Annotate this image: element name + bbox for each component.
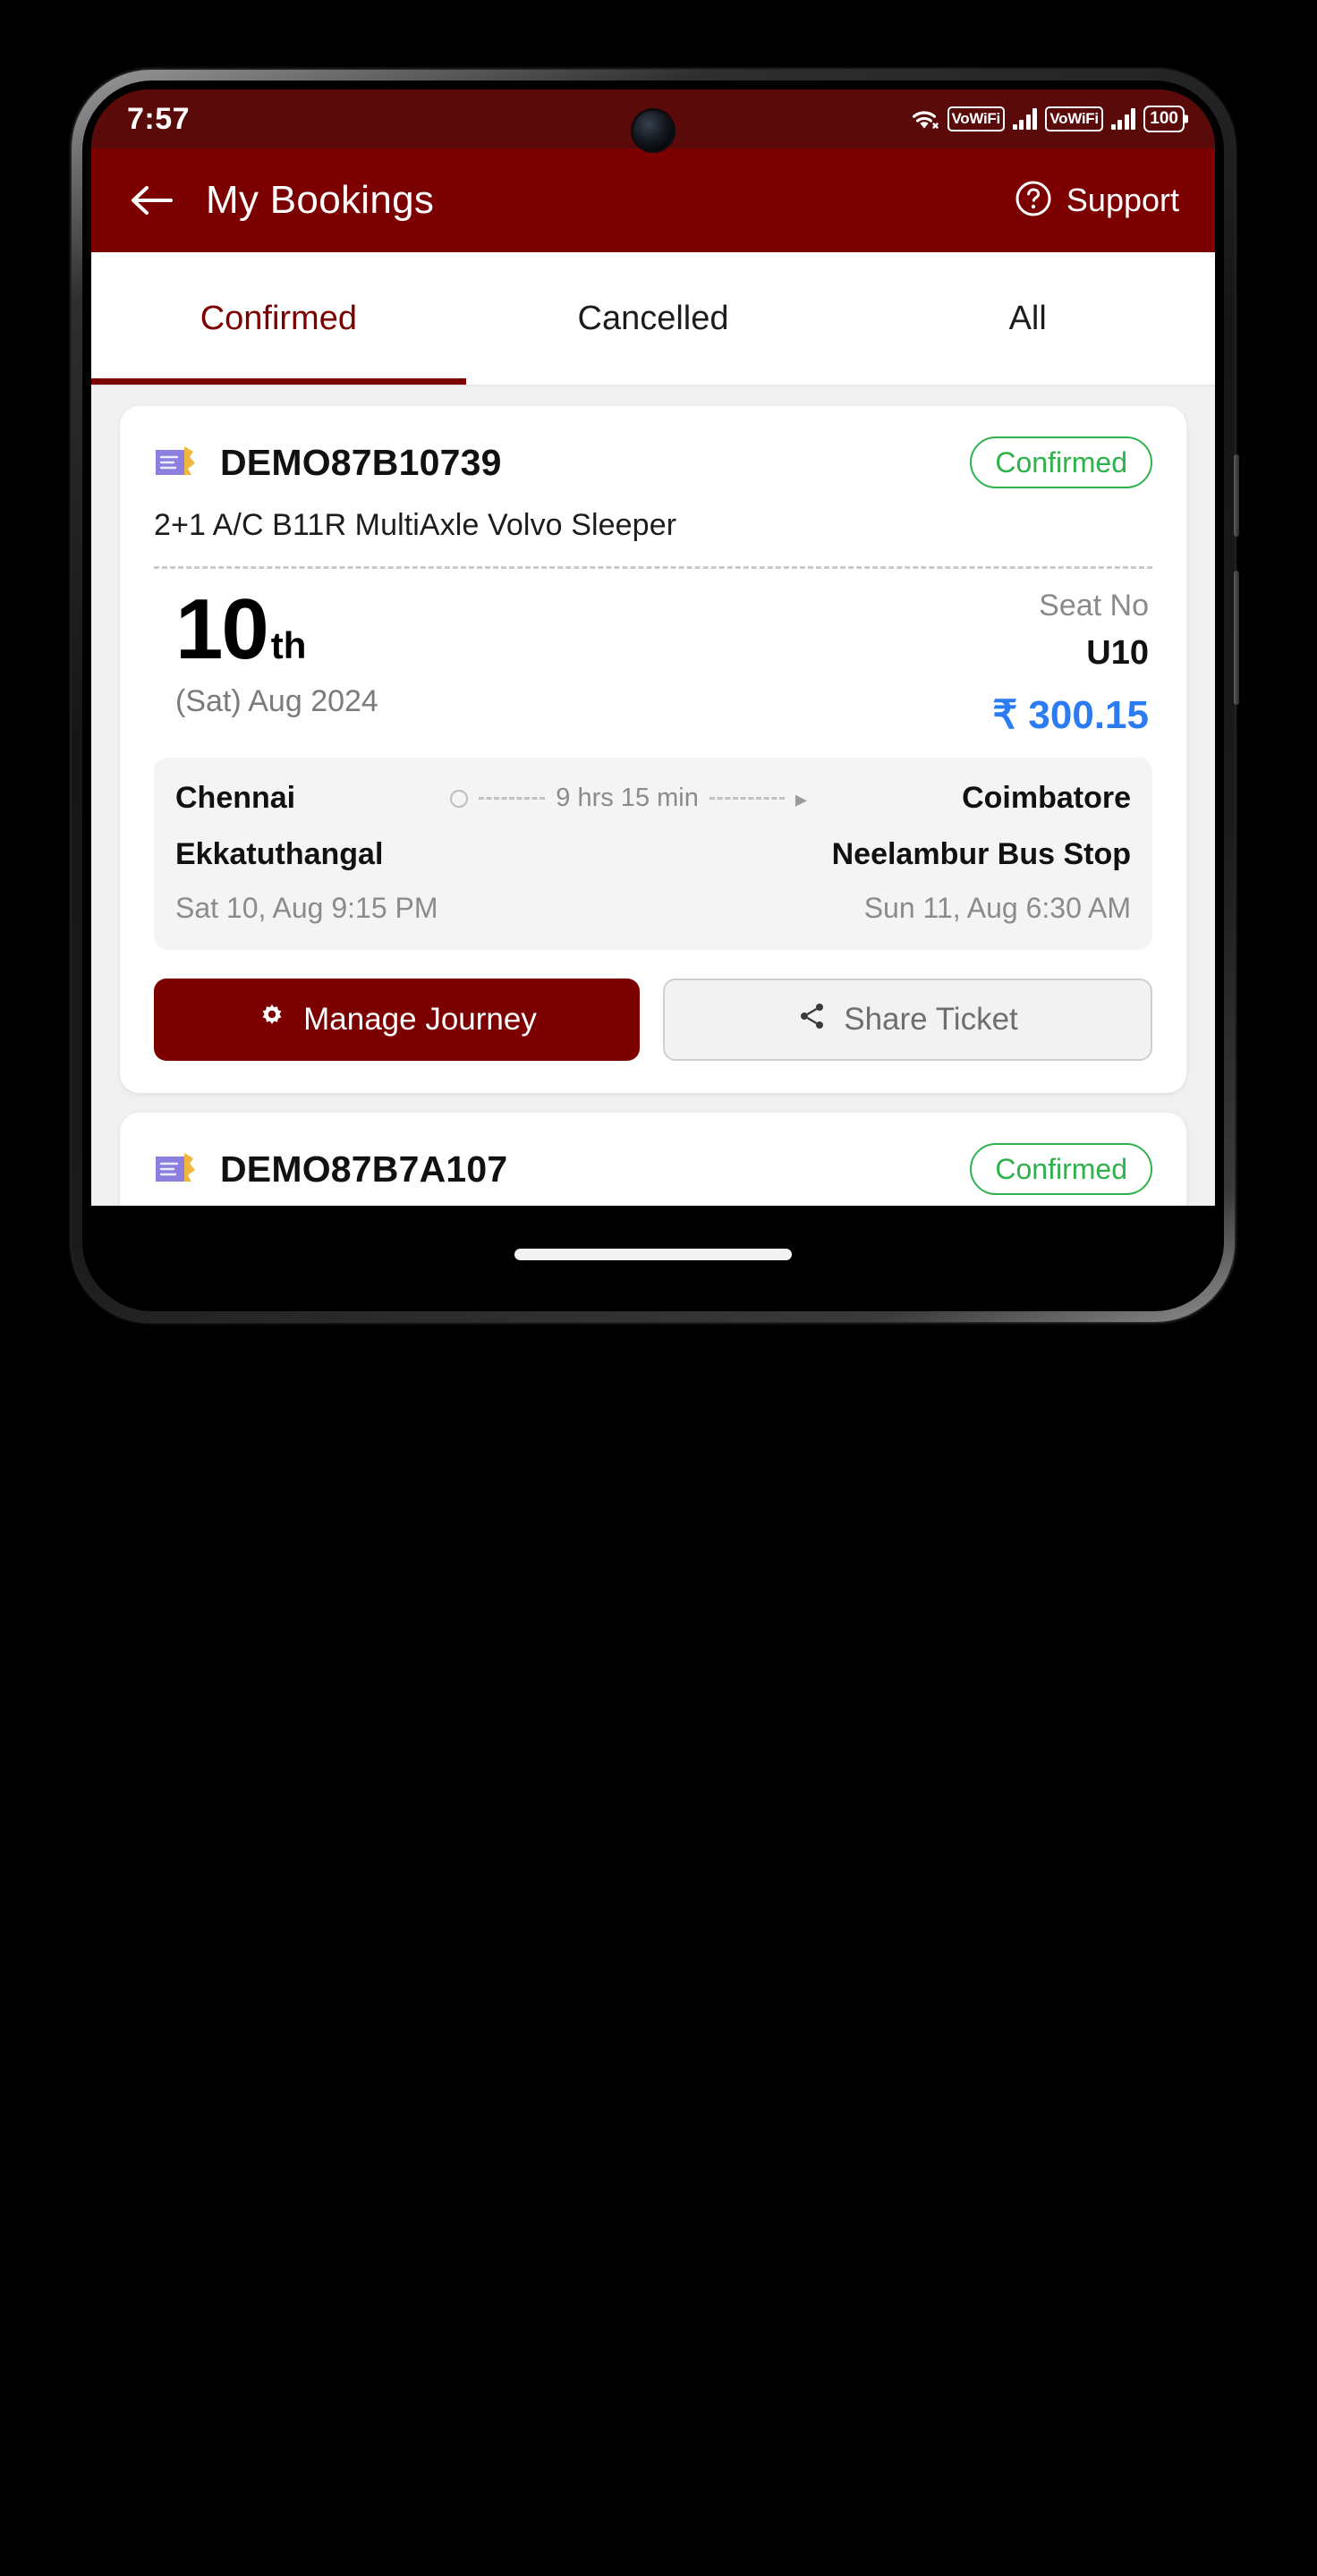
battery-icon: 100 [1143, 106, 1185, 132]
vowifi-badge-2: VoWiFi [1045, 106, 1103, 131]
support-label: Support [1066, 182, 1179, 218]
ticket-icon [154, 443, 200, 482]
route-box: Chennai 9 hrs 15 min ▸ Coimbatore Ekkatu… [154, 758, 1152, 950]
arrow-right-icon: ▸ [794, 784, 807, 812]
share-icon [797, 1001, 828, 1039]
tab-cancelled[interactable]: Cancelled [466, 252, 841, 385]
status-badge: Confirmed [970, 436, 1152, 488]
bookings-list[interactable]: DEMO87B10739 Confirmed 2+1 A/C B11R Mult… [91, 386, 1215, 1206]
booking-pnr: DEMO87B10739 [220, 441, 502, 483]
seat-label: Seat No [1039, 589, 1149, 623]
ticket-icon [154, 1149, 200, 1189]
vowifi-badge-1: VoWiFi [947, 106, 1005, 131]
status-badge: Confirmed [970, 1143, 1152, 1195]
app-bar: My Bookings Support [91, 148, 1215, 252]
booking-tabs: Confirmed Cancelled All [91, 252, 1215, 386]
to-stop: Neelambur Bus Stop [831, 837, 1131, 871]
help-circle-icon [1015, 180, 1052, 222]
tab-all[interactable]: All [840, 252, 1215, 385]
manage-journey-button[interactable]: Manage Journey [154, 979, 640, 1061]
share-ticket-button[interactable]: Share Ticket [663, 979, 1152, 1061]
page-title: My Bookings [206, 178, 435, 222]
route-header: Chennai 9 hrs 15 min ▸ Coimbatore [175, 781, 1131, 816]
seat-price-block: Seat No U10 ₹ 300.15 [992, 589, 1152, 738]
journey-duration: 9 hrs 15 min [556, 784, 699, 812]
month-year: (Sat) Aug 2024 [175, 684, 378, 719]
day-suffix: th [270, 624, 307, 666]
card-actions: Manage Journey Share Ticket [154, 979, 1152, 1061]
status-icons: VoWiFi VoWiFi 100 [909, 106, 1185, 132]
seat-number: U10 [1086, 634, 1149, 672]
back-arrow-icon[interactable] [127, 174, 179, 226]
home-indicator[interactable] [514, 1248, 792, 1260]
side-button-power[interactable] [1234, 571, 1239, 705]
support-button[interactable]: Support [1015, 180, 1179, 222]
screenshot-root: 7:57 VoWiFi VoWiFi 100 My Bookings Suppo… [0, 0, 1317, 2576]
to-city: Coimbatore [962, 781, 1131, 815]
booking-pnr: DEMO87B7A107 [220, 1148, 508, 1190]
tab-confirmed[interactable]: Confirmed [91, 252, 466, 385]
day-number: 10 [175, 581, 269, 677]
ticket-price: ₹ 300.15 [992, 693, 1149, 737]
arrival-time: Sun 11, Aug 6:30 AM [863, 892, 1131, 924]
from-city: Chennai [175, 781, 296, 815]
status-clock: 7:57 [127, 101, 191, 136]
side-button-volume[interactable] [1234, 454, 1239, 537]
from-stop: Ekkatuthangal [175, 837, 384, 871]
front-camera-icon [633, 111, 673, 150]
booking-card-header: DEMO87B7A107 Confirmed [154, 1143, 1152, 1195]
route-connector: 9 hrs 15 min ▸ [295, 784, 962, 813]
system-navigation-bar [91, 1206, 1215, 1302]
departure-time: Sat 10, Aug 9:15 PM [175, 892, 438, 924]
travel-date: 10 th (Sat) Aug 2024 [154, 581, 378, 719]
route-stops: Ekkatuthangal Neelambur Bus Stop [175, 837, 1131, 872]
route-times: Sat 10, Aug 9:15 PM Sun 11, Aug 6:30 AM [175, 892, 1131, 925]
origin-dot-icon [450, 789, 469, 808]
share-ticket-label: Share Ticket [844, 1002, 1018, 1037]
signal-bars-icon-1 [1012, 108, 1038, 130]
bus-type: 2+1 A/C B11R MultiAxle Volvo Sleeper [154, 508, 677, 542]
booking-card[interactable]: DEMO87B7A107 Confirmed 2+1 A/C B11R Mult… [120, 1113, 1186, 1206]
booking-card-header: DEMO87B10739 Confirmed [154, 436, 1152, 488]
phone-device: 7:57 VoWiFi VoWiFi 100 My Bookings Suppo… [72, 70, 1239, 1322]
wifi-icon [909, 107, 939, 131]
booking-summary: 10 th (Sat) Aug 2024 Seat No U10 ₹ 300.1… [154, 569, 1152, 747]
booking-card[interactable]: DEMO87B10739 Confirmed 2+1 A/C B11R Mult… [120, 406, 1186, 1093]
phone-screen: 7:57 VoWiFi VoWiFi 100 My Bookings Suppo… [91, 89, 1215, 1302]
dashed-line-right [709, 797, 785, 800]
manage-journey-label: Manage Journey [303, 1002, 537, 1037]
dashed-line-left [479, 797, 546, 800]
gear-icon [257, 1001, 287, 1039]
app-window: 7:57 VoWiFi VoWiFi 100 My Bookings Suppo… [91, 89, 1215, 1302]
signal-bars-icon-2 [1110, 108, 1136, 130]
